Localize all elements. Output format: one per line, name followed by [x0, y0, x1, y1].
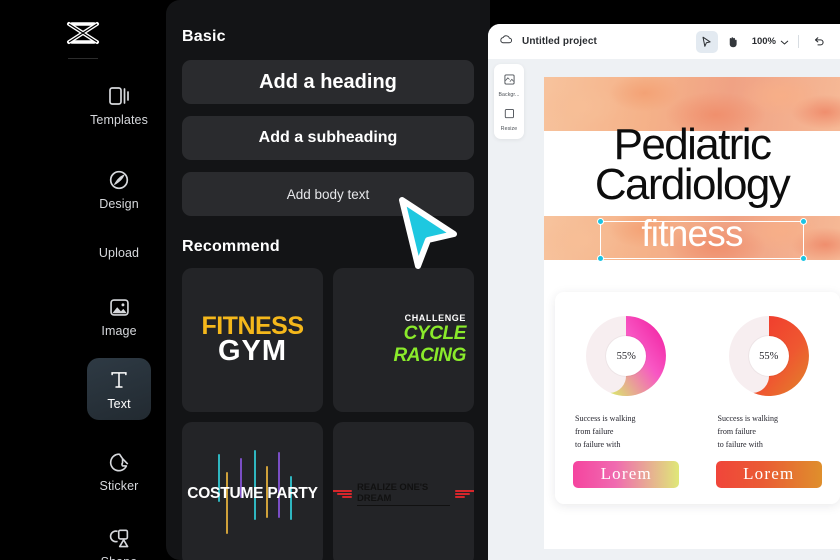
- canvas-title-line2: Cardiology: [594, 160, 791, 210]
- donut-center-left: 55%: [606, 336, 647, 376]
- add-subheading-button[interactable]: Add a subheading: [182, 116, 474, 160]
- sidebar-label-text: Text: [107, 397, 131, 412]
- sidebar-item-templates[interactable]: Templates: [87, 74, 151, 136]
- template-title-line2: GYM: [217, 335, 288, 368]
- cloud-icon[interactable]: [499, 33, 513, 51]
- editor-titlebar: Untitled project 100%: [488, 24, 840, 59]
- template-card-cycle-racing[interactable]: Challenge CYCLE RACING: [333, 268, 474, 412]
- image-icon: [106, 294, 132, 320]
- sidebar-item-shape[interactable]: Shape: [87, 516, 151, 560]
- wing-left-icon: [333, 488, 352, 500]
- canvas-title[interactable]: Pediatric Cardiology: [544, 120, 840, 210]
- canvas-title-line1: Pediatric: [613, 120, 772, 169]
- sidebar-item-image[interactable]: Image: [87, 285, 151, 347]
- templates-icon: [106, 83, 132, 109]
- stats-column-right: 55% Success is walking from failure to f…: [698, 292, 840, 504]
- toolbar-divider: [798, 35, 799, 48]
- add-heading-button[interactable]: Add a heading: [182, 60, 474, 104]
- template-title-line2: CYCLE RACING: [393, 323, 466, 366]
- zoom-level[interactable]: 100%: [752, 36, 776, 47]
- sidebar-label-design: Design: [99, 197, 139, 212]
- sidebar-label-shape: Shape: [101, 556, 138, 560]
- sidebar-label-image: Image: [101, 324, 137, 339]
- background-tool-button[interactable]: Backgr...: [498, 70, 519, 100]
- wing-right-icon: [455, 488, 474, 500]
- add-body-text-button[interactable]: Add body text: [182, 172, 474, 216]
- resize-icon: [504, 106, 515, 124]
- undo-arrow-icon[interactable]: [808, 31, 830, 53]
- canvas-side-toolbar: Backgr... Resize: [494, 64, 524, 139]
- template-card-realize-dream[interactable]: REALIZE ONE'S DREAM: [333, 422, 474, 560]
- panel-heading-basic: Basic: [182, 28, 226, 45]
- selection-handle-bottom-left[interactable]: [597, 255, 604, 262]
- donut-percent-right: 55%: [759, 350, 779, 362]
- canvas-area: Backgr... Resize Pediatric Cardiology fi…: [488, 59, 840, 560]
- template-title-line1: Challenge: [404, 313, 466, 323]
- selection-handle-bottom-right[interactable]: [800, 255, 807, 262]
- text-panel: Basic Add a heading Add a subheading Add…: [166, 0, 490, 560]
- blurb-right: Success is walking from failure to failu…: [717, 414, 778, 450]
- cursor-arrow-icon[interactable]: [695, 30, 718, 53]
- hand-icon[interactable]: [722, 31, 744, 53]
- blurb-left: Success is walking from failure to failu…: [575, 414, 636, 450]
- sidebar-item-sticker[interactable]: Sticker: [87, 440, 151, 502]
- donut-percent-left: 55%: [616, 350, 636, 362]
- template-title-line1: COSTUME PARTY: [187, 485, 318, 502]
- capcut-logo-icon[interactable]: [57, 16, 109, 50]
- project-name[interactable]: Untitled project: [522, 36, 597, 47]
- template-card-costume-party[interactable]: COSTUME PARTY: [182, 422, 323, 560]
- template-title-line1: REALIZE ONE'S DREAM: [356, 482, 451, 506]
- sidebar-item-text[interactable]: Text: [87, 358, 151, 420]
- donut-chart-right: 55%: [723, 310, 815, 402]
- shape-icon: [106, 525, 132, 551]
- text-t-icon: [106, 367, 132, 393]
- selection-box[interactable]: [597, 218, 807, 262]
- panel-heading-recommend: Recommend: [182, 238, 280, 255]
- sidebar-item-upload[interactable]: Upload: [87, 222, 151, 284]
- stats-card: 55% Success is walking from failure to f…: [555, 292, 840, 504]
- sidebar-label-templates: Templates: [90, 113, 148, 128]
- design-brush-icon: [106, 167, 132, 193]
- rail-divider: [68, 58, 98, 59]
- selection-handle-top-right[interactable]: [800, 218, 807, 225]
- donut-center-right: 55%: [748, 336, 789, 376]
- sidebar-label-upload: Upload: [98, 245, 140, 260]
- app-root: Templates Design Upload Image Text Stick…: [0, 0, 840, 560]
- template-card-fitness-gym[interactable]: FITNESS GYM: [182, 268, 323, 412]
- editor-window: Untitled project 100% Backgr... Resize P…: [488, 24, 840, 560]
- background-icon: [503, 72, 515, 90]
- template-grid: FITNESS GYM Challenge CYCLE RACING: [182, 268, 474, 560]
- lorem-button-left[interactable]: Lorem: [573, 460, 680, 488]
- sticker-icon: [106, 449, 132, 475]
- chevron-down-icon[interactable]: [780, 33, 789, 51]
- resize-tool-button[interactable]: Resize: [501, 104, 517, 134]
- resize-tool-label: Resize: [500, 126, 518, 132]
- background-tool-label: Backgr...: [498, 92, 520, 98]
- left-sidebar: Templates Design Upload Image Text Stick…: [0, 0, 166, 560]
- titlebar-tools: 100%: [695, 30, 830, 53]
- design-canvas[interactable]: Pediatric Cardiology fitness 55% Success…: [544, 77, 840, 549]
- selection-handle-top-left[interactable]: [597, 218, 604, 225]
- donut-chart-left: 55%: [580, 310, 672, 402]
- lorem-button-right[interactable]: Lorem: [715, 460, 822, 488]
- sidebar-item-design[interactable]: Design: [87, 158, 151, 220]
- decor-streak: [226, 472, 228, 534]
- stats-column-left: 55% Success is walking from failure to f…: [555, 292, 698, 504]
- sidebar-label-sticker: Sticker: [99, 479, 139, 494]
